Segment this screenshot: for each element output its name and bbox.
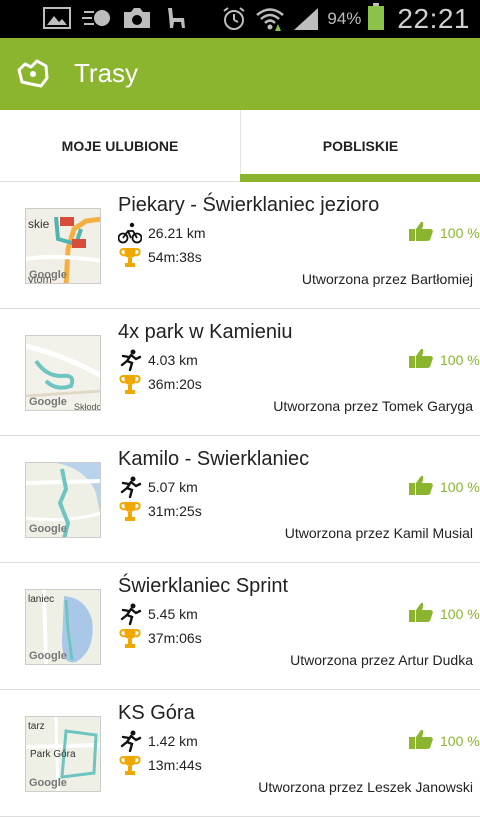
tab-favorites[interactable]: MOJE ULUBIONE <box>0 110 240 182</box>
svg-text:tarz: tarz <box>28 721 45 732</box>
time-row: 54m:38s <box>118 246 202 268</box>
trophy-icon <box>118 500 142 522</box>
route-map-thumbnail: Skłodo Google <box>25 335 101 411</box>
route-title: Świerklaniec Sprint <box>118 575 289 597</box>
route-author: Utworzona przez Leszek Janowski <box>258 779 473 795</box>
route-time: 54m:38s <box>148 249 202 265</box>
svg-text:laniec: laniec <box>28 594 54 605</box>
svg-text:skie: skie <box>28 217 50 231</box>
rating: 100 % <box>408 347 480 372</box>
route-author: Utworzona przez Kamil Musial <box>284 525 473 541</box>
svg-text:Park Góra: Park Góra <box>30 749 76 760</box>
tab-nearby[interactable]: POBLISKIE <box>240 110 480 182</box>
route-title: KS Góra <box>118 702 195 724</box>
app-title[interactable]: Trasy <box>74 58 138 89</box>
distance-row: 5.45 km <box>118 603 198 625</box>
trophy-icon <box>118 246 142 268</box>
rating: 100 % <box>408 601 480 626</box>
map-attribution: Google <box>29 650 67 662</box>
route-time: 31m:25s <box>148 503 202 519</box>
thumbs-up-icon <box>408 601 434 626</box>
route-map-thumbnail: tarz Park Góra Google <box>25 716 101 792</box>
route-distance: 4.03 km <box>148 352 198 368</box>
route-item[interactable]: tarz Park Góra Google KS Góra 1.42 km 13… <box>0 690 480 817</box>
gallery-icon <box>42 4 72 32</box>
trophy-icon <box>118 373 142 395</box>
time-row: 37m:06s <box>118 627 202 649</box>
route-item[interactable]: Skłodo Google 4x park w Kamieniu 4.03 km… <box>0 309 480 436</box>
rating-value: 100 % <box>440 351 480 368</box>
clock: 22:21 <box>397 3 470 34</box>
tab-selected-indicator <box>240 174 480 182</box>
route-title: Piekary - Świerklaniec jezioro <box>118 194 380 216</box>
trophy-icon <box>118 754 142 776</box>
app-bar: Trasy <box>0 38 480 127</box>
route-distance: 1.42 km <box>148 733 198 749</box>
rating: 100 % <box>408 728 480 753</box>
map-attribution: Google <box>29 777 67 789</box>
map-logo-icon[interactable] <box>16 58 50 90</box>
route-item[interactable]: laniec Google Świerklaniec Sprint 5.45 k… <box>0 563 480 690</box>
notification-icons <box>42 4 192 32</box>
route-distance: 26.21 km <box>148 225 206 241</box>
route-time: 13m:44s <box>148 757 202 773</box>
thumbs-up-icon <box>408 474 434 499</box>
running-icon <box>118 476 142 498</box>
route-author: Utworzona przez Artur Dudka <box>290 652 473 668</box>
route-time: 37m:06s <box>148 630 202 646</box>
route-distance: 5.07 km <box>148 479 198 495</box>
map-attribution: Google <box>29 269 67 281</box>
running-icon <box>118 349 142 371</box>
route-distance: 5.45 km <box>148 606 198 622</box>
speed-icon <box>82 4 112 32</box>
running-icon <box>118 730 142 752</box>
alarm-icon <box>219 5 249 33</box>
route-title: 4x park w Kamieniu <box>118 321 293 343</box>
battery-percent: 94% <box>327 9 362 28</box>
svg-text:Skłodo: Skłodo <box>74 402 101 411</box>
route-map-thumbnail: laniec Google <box>25 589 101 665</box>
running-icon <box>118 603 142 625</box>
route-time: 36m:20s <box>148 376 202 392</box>
route-map-thumbnail: Google <box>25 462 101 538</box>
signal-icon <box>291 5 321 33</box>
rating: 100 % <box>408 220 480 245</box>
trophy-icon <box>118 627 142 649</box>
status-bar: 94% 22:21 <box>0 0 480 38</box>
time-row: 13m:44s <box>118 754 202 776</box>
map-attribution: Google <box>29 523 67 535</box>
rating-value: 100 % <box>440 732 480 749</box>
distance-row: 1.42 km <box>118 730 198 752</box>
route-item[interactable]: skie ytom Google Piekary - Świerklaniec … <box>0 182 480 309</box>
time-row: 31m:25s <box>118 500 202 522</box>
rating: 100 % <box>408 474 480 499</box>
llama-icon <box>162 4 192 32</box>
camera-icon <box>122 4 152 32</box>
route-author: Utworzona przez Bartłomiej <box>301 271 473 287</box>
thumbs-up-icon <box>408 728 434 753</box>
time-row: 36m:20s <box>118 373 202 395</box>
route-author: Utworzona przez Tomek Garyga <box>273 398 473 414</box>
thumbs-up-icon <box>408 220 434 245</box>
battery-icon <box>367 2 385 36</box>
rating-value: 100 % <box>440 224 480 241</box>
map-attribution: Google <box>29 396 67 408</box>
system-status: 94% 22:21 <box>219 0 470 38</box>
route-map-thumbnail: skie ytom Google <box>25 208 101 284</box>
route-list: skie ytom Google Piekary - Świerklaniec … <box>0 182 480 817</box>
distance-row: 5.07 km <box>118 476 198 498</box>
rating-value: 100 % <box>440 605 480 622</box>
route-title: Kamilo - Swierklaniec <box>118 448 310 470</box>
wifi-icon <box>255 5 285 33</box>
tab-bar: MOJE ULUBIONE POBLISKIE <box>0 110 480 182</box>
distance-row: 4.03 km <box>118 349 198 371</box>
route-item[interactable]: Google Kamilo - Swierklaniec 5.07 km 31m… <box>0 436 480 563</box>
cycling-icon <box>118 222 142 244</box>
rating-value: 100 % <box>440 478 480 495</box>
thumbs-up-icon <box>408 347 434 372</box>
distance-row: 26.21 km <box>118 222 206 244</box>
